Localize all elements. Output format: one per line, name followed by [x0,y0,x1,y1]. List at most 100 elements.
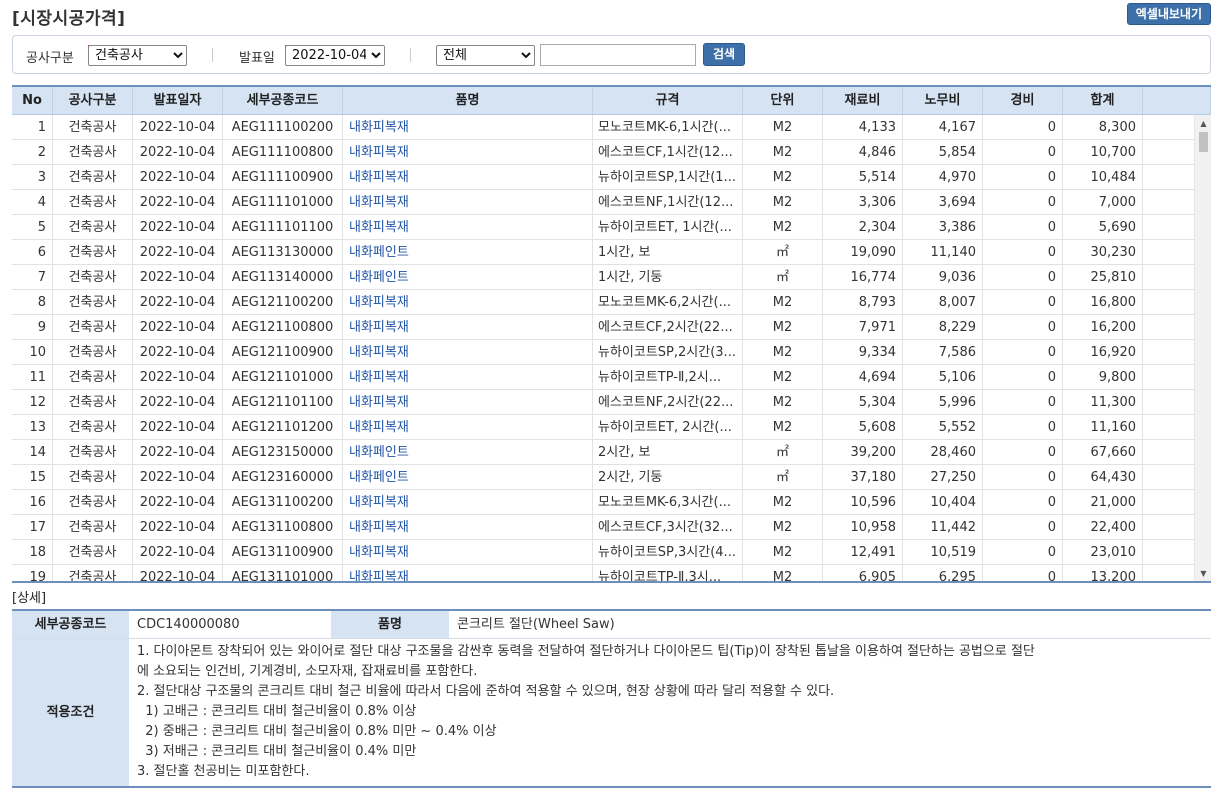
row-name[interactable]: 내화피복재 [343,190,593,214]
col-type[interactable]: 공사구분 [53,87,133,114]
row-name[interactable]: 내화페인트 [343,440,593,464]
row-name[interactable]: 내화피복재 [343,540,593,564]
table-row[interactable]: 16 건축공사 2022-10-04 AEG131100200 내화피복재 모노코트MK-… [12,490,1211,515]
chevron-up-icon[interactable]: ▲ [1195,117,1211,131]
row-labor: 4,167 [903,115,983,139]
row-unit: M2 [743,290,823,314]
row-name[interactable]: 내화피복재 [343,115,593,139]
row-material: 9,334 [823,340,903,364]
row-material: 4,133 [823,115,903,139]
row-spec: 1시간, 기둥 [593,265,743,289]
row-type: 건축공사 [53,290,133,314]
table-row[interactable]: 2 건축공사 2022-10-04 AEG111100800 내화피복재 에스코트CF,1… [12,140,1211,165]
row-name[interactable]: 내화피복재 [343,215,593,239]
row-date: 2022-10-04 [133,365,223,389]
table-row[interactable]: 15 건축공사 2022-10-04 AEG123160000 내화페인트 2시간, 기둥… [12,465,1211,490]
row-name[interactable]: 내화피복재 [343,165,593,189]
col-name[interactable]: 품명 [343,87,593,114]
row-material: 19,090 [823,240,903,264]
row-spec: 에스코트NF,1시간(12... [593,190,743,214]
table-row[interactable]: 17 건축공사 2022-10-04 AEG131100800 내화피복재 에스코트CF,… [12,515,1211,540]
scroll-thumb[interactable] [1199,132,1208,152]
table-row[interactable]: 12 건축공사 2022-10-04 AEG121101100 내화피복재 에스코트NF,… [12,390,1211,415]
col-spec[interactable]: 규격 [593,87,743,114]
row-date: 2022-10-04 [133,390,223,414]
table-row[interactable]: 7 건축공사 2022-10-04 AEG113140000 내화페인트 1시간, 기둥 ㎡… [12,265,1211,290]
col-date[interactable]: 발표일자 [133,87,223,114]
table-row[interactable]: 13 건축공사 2022-10-04 AEG121101200 내화피복재 뉴하이코트ET… [12,415,1211,440]
row-expense: 0 [983,190,1063,214]
row-labor: 11,442 [903,515,983,539]
table-row[interactable]: 10 건축공사 2022-10-04 AEG121100900 내화피복재 뉴하이코트SP… [12,340,1211,365]
chevron-down-icon[interactable]: ▼ [1195,567,1211,581]
table-row[interactable]: 14 건축공사 2022-10-04 AEG123150000 내화페인트 2시간, 보 ㎡… [12,440,1211,465]
table-row[interactable]: 4 건축공사 2022-10-04 AEG111101000 내화피복재 에스코트NF,1… [12,190,1211,215]
col-total[interactable]: 합계 [1063,87,1143,114]
col-expense[interactable]: 경비 [983,87,1063,114]
search-button[interactable]: 검색 [703,43,745,66]
col-labor[interactable]: 노무비 [903,87,983,114]
date-select[interactable]: 2022-10-04 [285,45,385,66]
row-name[interactable]: 내화페인트 [343,465,593,489]
row-name[interactable]: 내화피복재 [343,490,593,514]
row-code: AEG123150000 [223,440,343,464]
col-no[interactable]: No [12,87,53,114]
type-select[interactable]: 건축공사 [88,45,187,66]
table-row[interactable]: 19 건축공사 2022-10-04 AEG131101000 내화피복재 뉴하이코트TP… [12,565,1211,581]
row-unit: M2 [743,340,823,364]
excel-export-button[interactable]: 엑셀내보내기 [1126,3,1211,25]
row-labor: 5,552 [903,415,983,439]
table-row[interactable]: 9 건축공사 2022-10-04 AEG121100800 내화피복재 에스코트CF,2… [12,315,1211,340]
row-unit: M2 [743,315,823,339]
row-unit: M2 [743,165,823,189]
row-name[interactable]: 내화피복재 [343,515,593,539]
table-row[interactable]: 3 건축공사 2022-10-04 AEG111100900 내화피복재 뉴하이코트SP,… [12,165,1211,190]
row-code: AEG131100200 [223,490,343,514]
row-name[interactable]: 내화피복재 [343,290,593,314]
row-spec: 에스코트CF,2시간(22... [593,315,743,339]
row-unit: M2 [743,365,823,389]
filter-select[interactable]: 전체 [436,45,535,66]
keyword-input[interactable] [540,44,696,66]
row-name[interactable]: 내화피복재 [343,365,593,389]
table-row[interactable]: 1 건축공사 2022-10-04 AEG111100200 내화피복재 모노코트MK-6… [12,115,1211,140]
col-material[interactable]: 재료비 [823,87,903,114]
row-total: 9,800 [1063,365,1143,389]
row-labor: 8,229 [903,315,983,339]
table-scrollbar[interactable]: ▲ ▼ [1194,115,1211,581]
row-no: 3 [12,165,53,189]
row-type: 건축공사 [53,390,133,414]
row-name[interactable]: 내화피복재 [343,315,593,339]
row-code: AEG123160000 [223,465,343,489]
row-name[interactable]: 내화피복재 [343,415,593,439]
row-spec: 에스코트NF,2시간(22... [593,390,743,414]
row-labor: 10,519 [903,540,983,564]
row-no: 7 [12,265,53,289]
row-type: 건축공사 [53,365,133,389]
row-spec: 모노코트MK-6,1시간(... [593,115,743,139]
col-code[interactable]: 세부공종코드 [223,87,343,114]
row-spec: 뉴하이코트SP,3시간(4... [593,540,743,564]
table-row[interactable]: 6 건축공사 2022-10-04 AEG113130000 내화페인트 1시간, 보 ㎡ 1… [12,240,1211,265]
row-expense: 0 [983,290,1063,314]
table-row[interactable]: 5 건축공사 2022-10-04 AEG111101100 내화피복재 뉴하이코트ET,… [12,215,1211,240]
row-total: 16,200 [1063,315,1143,339]
cond-line: 1) 고배근 : 콘크리트 대비 철근비율이 0.8% 이상 [137,704,417,719]
detail-cond-label: 적용조건 [12,639,129,786]
row-name[interactable]: 내화페인트 [343,265,593,289]
row-name[interactable]: 내화페인트 [343,240,593,264]
table-row[interactable]: 8 건축공사 2022-10-04 AEG121100200 내화피복재 모노코트MK-6… [12,290,1211,315]
detail-panel: 세부공종코드 CDC140000080 품명 콘크리트 절단(Wheel Saw… [12,609,1211,788]
row-material: 5,304 [823,390,903,414]
row-expense: 0 [983,365,1063,389]
table-row[interactable]: 18 건축공사 2022-10-04 AEG131100900 내화피복재 뉴하이코트SP… [12,540,1211,565]
row-type: 건축공사 [53,115,133,139]
row-name[interactable]: 내화피복재 [343,140,593,164]
col-unit[interactable]: 단위 [743,87,823,114]
table-row[interactable]: 11 건축공사 2022-10-04 AEG121101000 내화피복재 뉴하이코트TP… [12,365,1211,390]
row-name[interactable]: 내화피복재 [343,340,593,364]
row-total: 8,300 [1063,115,1143,139]
row-name[interactable]: 내화피복재 [343,390,593,414]
row-labor: 7,586 [903,340,983,364]
row-name[interactable]: 내화피복재 [343,565,593,581]
